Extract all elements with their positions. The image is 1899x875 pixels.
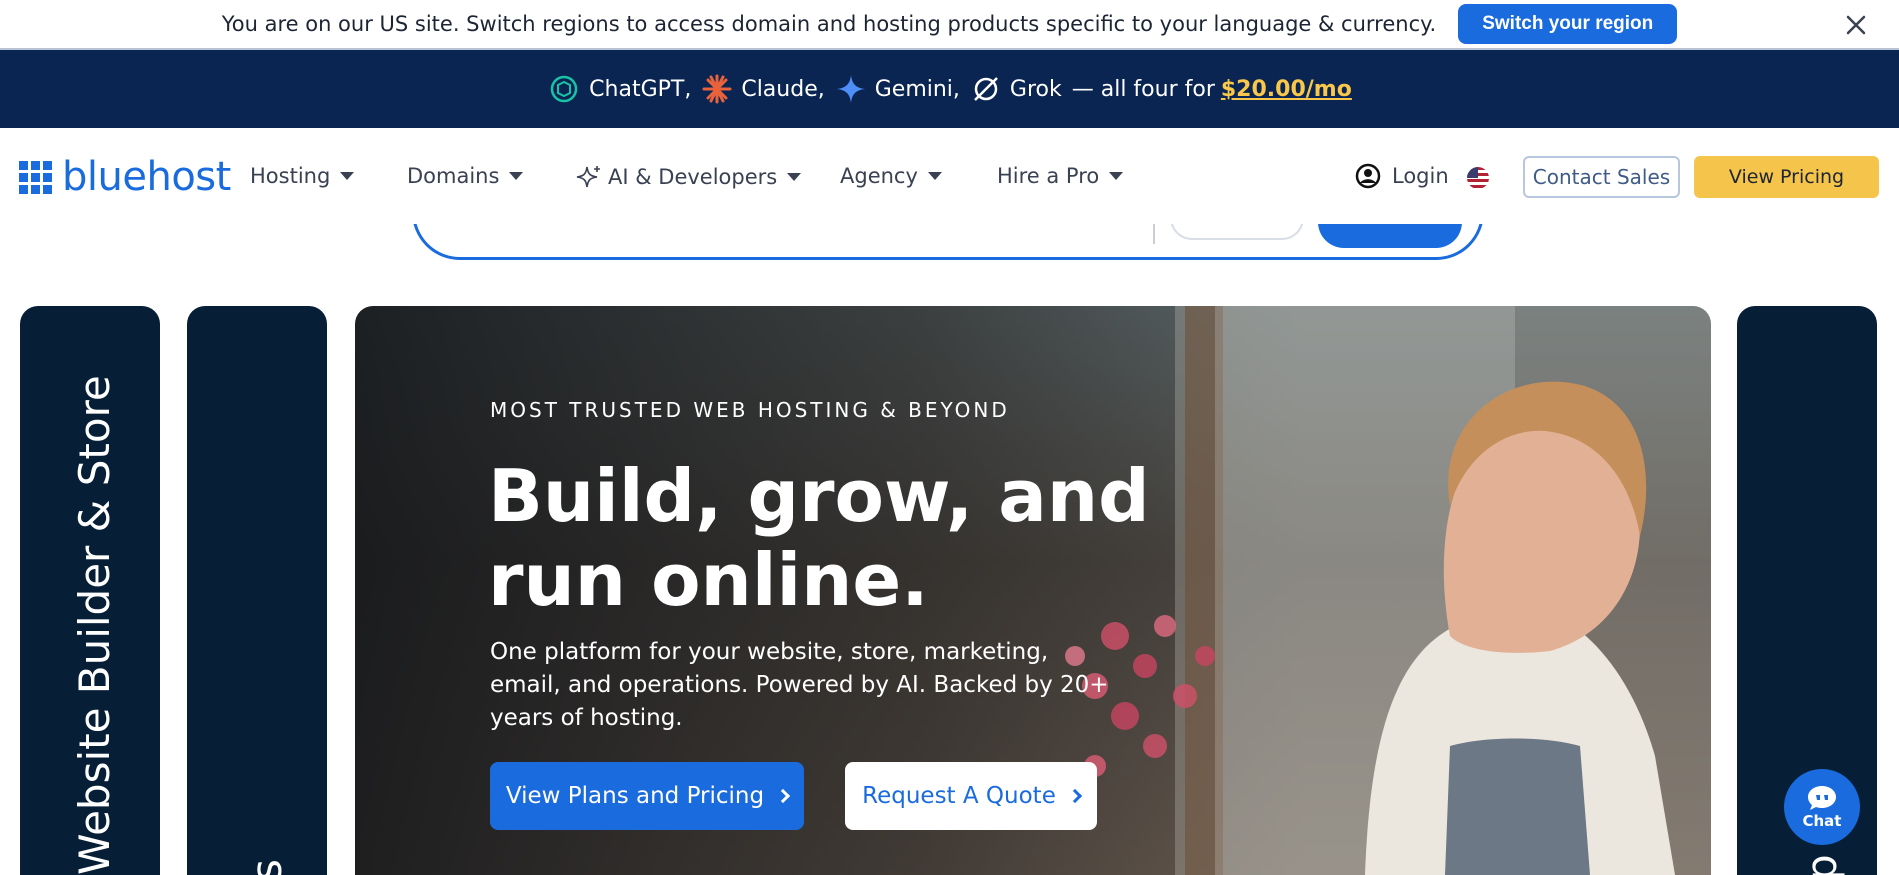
nav-hire-a-pro[interactable]: Hire a Pro [997, 164, 1124, 188]
main-navigation: bluehost Hosting Domains AI & Developers… [0, 128, 1899, 224]
button-label: Request A Quote [862, 783, 1056, 809]
chevron-right-icon [776, 788, 791, 804]
user-icon [1355, 163, 1381, 189]
promo-chatgpt: ChatGPT, [547, 72, 691, 106]
grok-icon [974, 77, 998, 101]
hero-headline: Build, grow, and run online. [488, 454, 1150, 622]
nav-item-label: Agency [840, 164, 918, 188]
chevron-down-icon [927, 172, 942, 180]
sparkle-icon [576, 166, 600, 188]
hero-eyebrow: MOST TRUSTED WEB HOSTING & BEYOND [490, 398, 1010, 422]
chat-widget-button[interactable]: Chat [1784, 769, 1860, 845]
nav-agency[interactable]: Agency [840, 164, 942, 188]
logo-grid-icon [19, 160, 52, 194]
region-message: You are on our US site. Switch regions t… [221, 12, 1437, 36]
promo-claude: Claude, [701, 73, 825, 105]
chat-bubble-icon [1808, 786, 1836, 810]
promo-item-label: Grok [1009, 76, 1062, 102]
hero-subtext: One platform for your website, store, ma… [490, 639, 1109, 731]
promo-item-label: Gemini, [874, 76, 960, 102]
nav-item-label: Domains [407, 164, 500, 188]
login-label: Login [1392, 164, 1449, 188]
promo-item-label: Claude, [741, 76, 825, 102]
chevron-down-icon [787, 173, 802, 181]
promo-price[interactable]: $20.00/mo [1221, 77, 1352, 102]
close-icon[interactable] [1841, 10, 1871, 40]
switch-region-button[interactable]: Switch your region [1458, 4, 1678, 44]
card-label: Website Builder & Store [70, 375, 119, 875]
view-pricing-button[interactable]: View Pricing [1694, 156, 1879, 198]
bluehost-logo[interactable]: bluehost [19, 154, 231, 200]
brand-name: bluehost [62, 154, 231, 200]
us-flag-icon[interactable] [1467, 167, 1489, 189]
chevron-right-icon [1067, 788, 1082, 804]
chatgpt-icon [550, 75, 578, 103]
hero-banner: MOST TRUSTED WEB HOSTING & BEYOND Build,… [355, 306, 1711, 875]
chevron-down-icon [509, 172, 524, 180]
nav-item-label: Hire a Pro [997, 164, 1100, 188]
region-banner: You are on our US site. Switch regions t… [0, 0, 1899, 50]
claude-icon [702, 74, 732, 104]
gemini-icon [836, 75, 865, 103]
promo-item-label: ChatGPT, [589, 76, 692, 102]
login-link[interactable]: Login [1354, 162, 1449, 190]
chevron-down-icon [1109, 172, 1124, 180]
promo-grok: Grok [970, 73, 1062, 105]
nav-domains[interactable]: Domains [407, 164, 524, 188]
contact-sales-button[interactable]: Contact Sales [1523, 156, 1680, 198]
card-label: p [1797, 854, 1846, 875]
view-plans-button[interactable]: View Plans and Pricing [490, 762, 804, 830]
nav-item-label: AI & Developers [608, 165, 778, 189]
nav-ai-developers[interactable]: AI & Developers [576, 164, 802, 190]
carousel-card-website-builder[interactable]: Website Builder & Store [20, 306, 160, 875]
button-label: View Plans and Pricing [505, 783, 765, 809]
chevron-down-icon [340, 172, 355, 180]
ai-promo-banner[interactable]: ChatGPT, Claude, Gemini, Grok — all four… [0, 50, 1899, 128]
chat-label: Chat [1802, 812, 1842, 830]
request-quote-button[interactable]: Request A Quote [845, 762, 1097, 830]
nav-item-label: Hosting [250, 164, 331, 188]
promo-suffix: — all four for [1071, 76, 1215, 102]
card-label: s [242, 859, 291, 875]
carousel-card-secondary[interactable]: s [187, 306, 327, 875]
promo-gemini: Gemini, [835, 73, 960, 105]
nav-hosting[interactable]: Hosting [250, 164, 355, 188]
